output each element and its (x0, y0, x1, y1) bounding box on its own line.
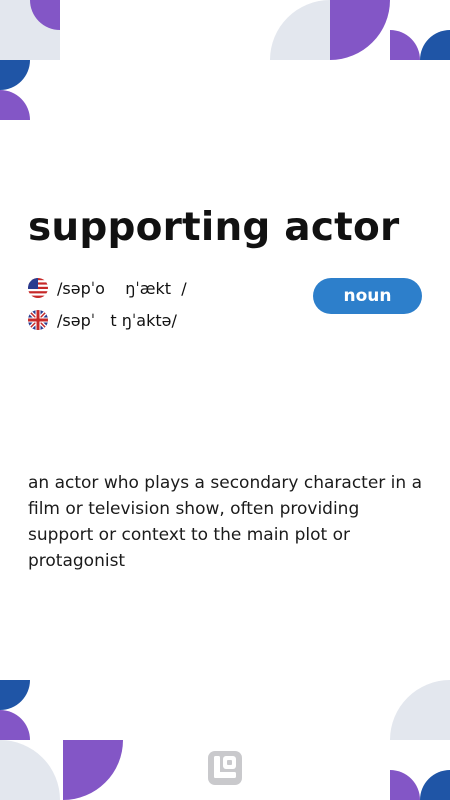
pronunciation-uk[interactable]: /səpˈ t ŋˈaktə/ (28, 309, 177, 331)
definition-text: an actor who plays a secondary character… (28, 473, 423, 571)
pronunciation-uk-ipa: /səpˈ t ŋˈaktə/ (57, 310, 177, 330)
top-right-decoration (270, 0, 450, 60)
headword: supporting actor (28, 205, 400, 250)
bottom-left-decoration (0, 680, 123, 800)
top-left-decoration (0, 0, 60, 120)
uk-flag-icon (28, 310, 48, 330)
us-flag-icon (28, 278, 48, 298)
pronunciation-us[interactable]: /səpˈo ŋˈækt / (28, 277, 187, 299)
pronunciation-us-ipa: /səpˈo ŋˈækt / (57, 278, 187, 298)
app-logo-icon (208, 751, 242, 785)
bottom-right-decoration (390, 680, 450, 800)
part-of-speech-badge: noun (313, 278, 422, 314)
